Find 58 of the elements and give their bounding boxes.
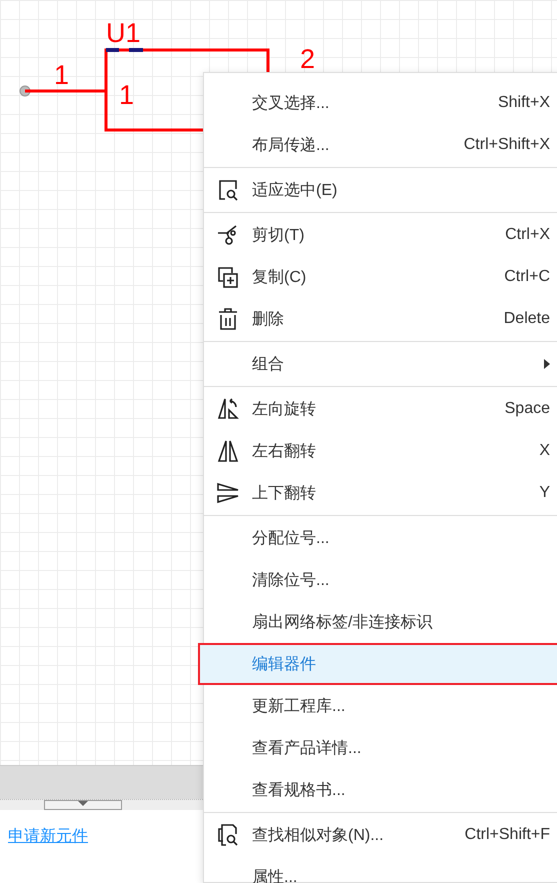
menu-label: 更新工程库... [252, 696, 346, 716]
menu-item[interactable]: 查看规格书... [204, 769, 557, 811]
menu-item[interactable]: 清除位号... [204, 559, 557, 601]
pin-number: 2 [300, 44, 316, 74]
menu-item[interactable]: 查找相似对象(N)... Ctrl+Shift+F [204, 814, 557, 856]
shortcut: Ctrl+C [504, 268, 550, 286]
menu-label: 清除位号... [252, 570, 330, 590]
menu-item[interactable]: 分配位号... [204, 517, 557, 559]
menu-item[interactable]: 扇出网络标签/非连接标识 [204, 601, 557, 643]
menu-label: 布局传递... [252, 136, 330, 156]
menu-item[interactable]: 剪切(T) Ctrl+X [204, 214, 557, 256]
menu-label: 分配位号... [252, 528, 330, 548]
zoom-icon [216, 178, 240, 202]
shortcut: Shift+X [498, 94, 550, 112]
menu-label: 复制(C) [252, 268, 308, 288]
menu-item[interactable]: 交叉选择... Shift+X [204, 82, 557, 124]
menu-item[interactable]: 左向旋转 Space [204, 388, 557, 430]
menu-label: 查找相似对象(N)... [252, 826, 385, 846]
menu-item[interactable]: 删除 Delete [204, 298, 557, 340]
menu-label: 删除 [252, 310, 285, 330]
pin-number: 1 [54, 60, 70, 90]
trash-icon [216, 307, 240, 331]
menu-item[interactable]: 复制(C) Ctrl+C [204, 256, 557, 298]
menu-label: 左右翻转 [252, 442, 317, 462]
menu-item[interactable]: 查看产品详情... [204, 727, 557, 769]
rotate-icon [216, 397, 240, 421]
shortcut: Y [539, 484, 550, 502]
shortcut: Ctrl+X [505, 226, 550, 244]
pin-name: 1 [119, 80, 134, 110]
shortcut: Space [504, 400, 550, 418]
flip-icon [216, 439, 240, 463]
find-icon [216, 823, 240, 847]
shortcut: Ctrl+Shift+F [464, 826, 550, 844]
copy-icon [216, 265, 240, 289]
menu-item[interactable]: 组合 [204, 343, 557, 385]
menu-label: 上下翻转 [252, 484, 317, 504]
designator: U1 [106, 18, 141, 48]
menu-item[interactable]: 左右翻转 X [204, 430, 557, 472]
shortcut: Ctrl+Shift+X [464, 136, 550, 154]
menu-item[interactable]: 布局传递... Ctrl+Shift+X [204, 124, 557, 166]
shortcut: X [539, 442, 550, 460]
menu-label: 扇出网络标签/非连接标识 [252, 612, 434, 632]
menu-label: 查看产品详情... [252, 738, 362, 758]
menu-label: 适应选中(E) [252, 180, 338, 200]
menu-label: 交叉选择... [252, 94, 330, 114]
menu-label: 编辑器件 [252, 654, 317, 674]
panel-handle[interactable] [44, 800, 122, 810]
menu-label: 组合 [252, 354, 285, 374]
pin-marker [106, 48, 143, 52]
shortcut: Delete [504, 310, 550, 328]
menu-label: 查看规格书... [252, 780, 346, 800]
menu-item[interactable]: 编辑器件 [198, 643, 557, 685]
menu-item[interactable]: 适应选中(E) [204, 169, 557, 211]
menu-label: 剪切(T) [252, 226, 306, 246]
menu-label: 左向旋转 [252, 400, 317, 420]
flip-icon [216, 481, 240, 505]
menu-item[interactable]: 更新工程库... [204, 685, 557, 727]
menu-item[interactable]: 上下翻转 Y [204, 472, 557, 514]
